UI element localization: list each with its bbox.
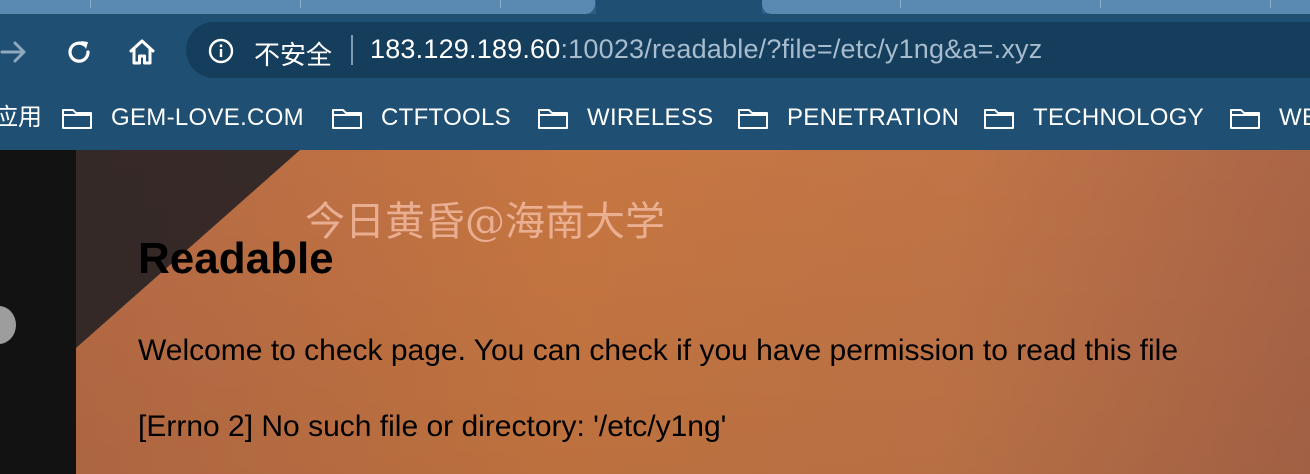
folder-icon [62, 109, 92, 129]
url-text[interactable]: 183.129.189.60:10023/readable/?file=/etc… [370, 34, 1042, 65]
page-title: Readable [138, 234, 334, 283]
forward-arrow-icon [0, 41, 26, 63]
bookmark-folder-gem-love[interactable]: GEM-LOVE.COM [61, 102, 304, 134]
url-path: :10023/readable/?file=/etc/y1ng&a=.xyz [560, 34, 1043, 64]
reload-button[interactable] [61, 34, 97, 70]
bookmark-label: WE [1279, 104, 1310, 131]
bookmark-apps[interactable]: 应用 [0, 102, 42, 134]
folder-icon [1230, 109, 1260, 129]
url-host: 183.129.189.60 [370, 34, 561, 64]
bookmark-folder-wireless[interactable]: WIRELESS [537, 102, 713, 134]
left-dark-panel [0, 150, 76, 474]
tab-current[interactable] [596, 0, 762, 14]
home-icon [129, 39, 155, 65]
bookmark-label: GEM-LOVE.COM [111, 104, 304, 131]
tab-separator [500, 0, 501, 8]
welcome-message: Welcome to check page. You can check if … [138, 334, 1179, 367]
bookmark-folder-we[interactable]: WE [1229, 102, 1310, 134]
folder-icon [332, 109, 362, 129]
info-icon[interactable] [208, 38, 234, 64]
scroll-handle[interactable] [0, 306, 16, 344]
forward-button[interactable] [0, 34, 32, 70]
bookmark-folder-penetration[interactable]: PENETRATION [737, 102, 959, 134]
tab-separator [300, 0, 301, 8]
bookmark-label: PENETRATION [787, 104, 960, 131]
bookmark-label: TECHNOLOGY [1033, 104, 1205, 131]
folder-icon [538, 109, 568, 129]
tab-next[interactable] [762, 0, 1310, 14]
bookmark-label: WIRELESS [587, 104, 714, 131]
error-message: [Errno 2] No such file or directory: '/e… [138, 410, 727, 443]
bookmark-folder-technology[interactable]: TECHNOLOGY [983, 102, 1204, 134]
bookmarks-bar: 应用 GEM-LOVE.COM CTFTOOLS WIRELESS PENETR… [0, 88, 1310, 150]
page-content: 今日黄昏@海南大学 Readable Welcome to check page… [0, 150, 1310, 474]
folder-icon [984, 109, 1014, 129]
home-button[interactable] [124, 34, 160, 70]
security-status-label[interactable]: 不安全 [254, 35, 332, 72]
bookmark-label: CTFTOOLS [381, 104, 511, 131]
browser-toolbar: 不安全 183.129.189.60:10023/readable/?file=… [0, 14, 1310, 88]
watermark-text: 今日黄昏@海南大学 [305, 199, 665, 245]
tab-separator [1270, 0, 1271, 8]
tab-strip [0, 0, 1310, 14]
bookmark-folder-ctftools[interactable]: CTFTOOLS [331, 102, 511, 134]
tab-separator [900, 0, 901, 8]
tab-separator [90, 0, 91, 8]
tab-separator [1100, 0, 1101, 8]
reload-icon [68, 41, 90, 63]
folder-icon [738, 109, 768, 129]
omnibox-divider [351, 35, 353, 65]
address-bar[interactable]: 不安全 183.129.189.60:10023/readable/?file=… [186, 22, 1310, 78]
